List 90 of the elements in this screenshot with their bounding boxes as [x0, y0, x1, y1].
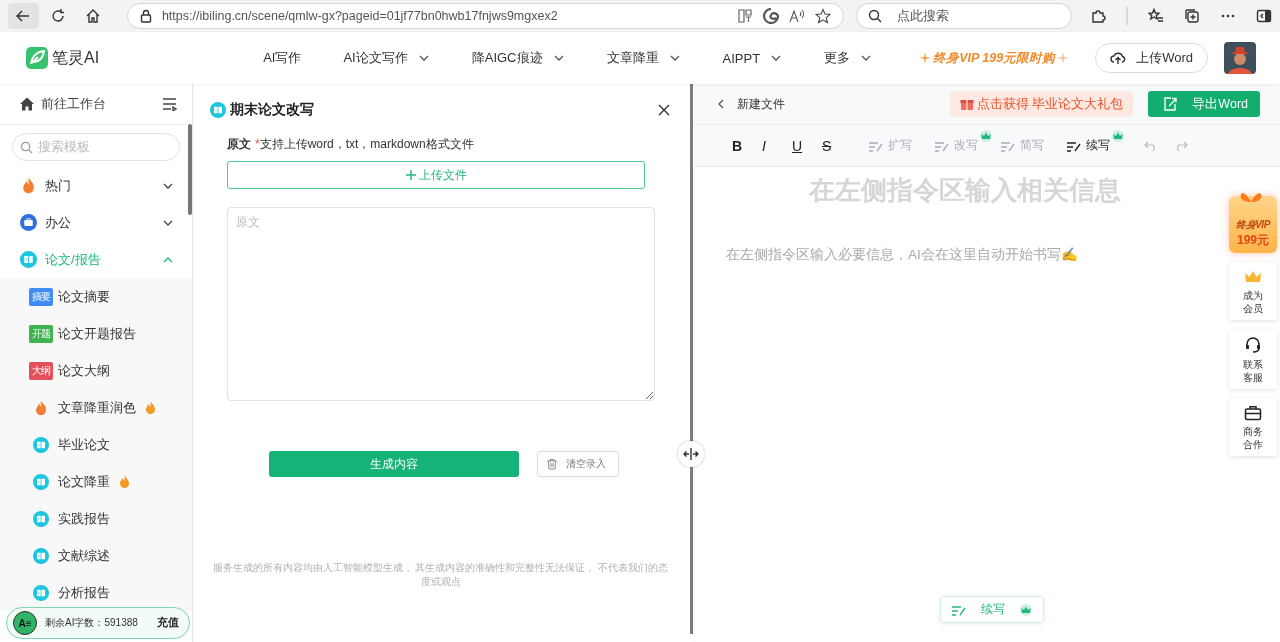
collections-icon[interactable] — [1184, 8, 1200, 24]
sidebar-item[interactable]: 实践报告 — [0, 500, 192, 537]
book-badge-icon — [33, 547, 49, 564]
panel-title: 期末论文改写 — [230, 101, 315, 119]
puzzle-icon[interactable] — [1090, 8, 1106, 24]
promo-text: 终身VIP 199元限时购 — [933, 49, 1056, 67]
home-icon[interactable] — [19, 96, 35, 112]
user-avatar[interactable] — [1224, 42, 1256, 74]
sidebar-item[interactable]: 大纲 论文大纲 — [0, 352, 192, 389]
book-badge-icon — [33, 584, 49, 601]
sidebar-item[interactable]: 毕业论文 — [0, 426, 192, 463]
logo-text[interactable]: 笔灵AI — [52, 47, 100, 69]
vip-text: 终身VIP — [1236, 218, 1270, 232]
home-icon — [85, 8, 102, 24]
upload-word-button[interactable]: 上传Word — [1095, 43, 1208, 73]
avatar-badge: A≡ — [13, 611, 37, 635]
book-badge-icon — [33, 510, 49, 527]
nav-item[interactable]: AI论文写作 — [343, 49, 430, 67]
favorites-icon[interactable] — [1148, 8, 1164, 24]
briefcase-icon — [1244, 405, 1262, 421]
swirl-icon[interactable] — [763, 8, 779, 24]
tag-icon: 大纲 — [29, 361, 53, 380]
collapse-menu-icon[interactable] — [162, 97, 178, 111]
address-bar[interactable]: https://ibiling.cn/scene/qmlw-gx?pageid=01jf77bn0hwb17fnjws9mgxex2 — [126, 3, 844, 29]
briefcase-badge-icon — [20, 214, 37, 231]
book-badge-icon — [33, 436, 49, 453]
recharge-link[interactable]: 充值 — [157, 616, 179, 630]
sidebar-item[interactable]: 分析报告 — [0, 574, 192, 611]
document-title: 新建文件 — [737, 95, 786, 113]
search-icon — [20, 141, 33, 154]
sparkle-icon — [919, 52, 932, 64]
sidebar-item[interactable]: 开题 论文开题报告 — [0, 315, 192, 352]
search-icon — [868, 9, 882, 23]
price-text: 199元 — [1237, 232, 1269, 249]
split-screen-icon[interactable] — [737, 8, 753, 24]
field-label: 原文 *支持上传word，txt，markdown格式文件 — [227, 136, 475, 153]
splitter-bar[interactable] — [690, 84, 693, 634]
sidebar-category[interactable]: 热门 — [0, 167, 192, 204]
book-badge-icon — [210, 102, 226, 118]
ai-tool-button[interactable]: 续写 — [1066, 137, 1110, 154]
sparkle-icon — [1057, 52, 1070, 64]
nav-item[interactable]: 降AIGC痕迹 — [471, 49, 565, 67]
book-badge-icon — [33, 473, 49, 490]
sidebar-item[interactable]: 摘要 论文摘要 — [0, 278, 192, 315]
lock-icon — [139, 9, 152, 23]
crown-icon — [1244, 269, 1262, 285]
side-tool-button[interactable]: 成为会员 — [1229, 263, 1277, 320]
url-text: https://ibiling.cn/scene/qmlw-gx?pageid=01jf77bn0hwb17fnjws9mgxex2 — [161, 9, 559, 23]
format-button[interactable]: B — [732, 137, 762, 154]
close-icon[interactable] — [657, 103, 671, 117]
search-field[interactable]: 搜索模板 — [12, 133, 180, 161]
headset-icon — [1244, 336, 1262, 354]
star-icon[interactable] — [815, 8, 831, 24]
sidebar-item[interactable]: 论文降重 — [0, 463, 192, 500]
sidebar-icon[interactable] — [1256, 8, 1272, 24]
side-tool-button[interactable]: 商务合作 — [1229, 399, 1277, 456]
nav-item[interactable]: AIPPT — [722, 49, 783, 67]
flame-badge-icon — [20, 177, 37, 194]
back-button[interactable] — [8, 3, 39, 29]
scrollbar-thumb[interactable] — [188, 124, 192, 215]
quota-text: 剩余AI字数：591388 — [45, 616, 139, 630]
workbench-link[interactable]: 前往工作台 — [41, 95, 156, 113]
resize-arrows-icon — [683, 448, 699, 460]
nav-item[interactable]: 文章降重 — [606, 49, 681, 67]
format-button[interactable]: I — [762, 137, 792, 154]
format-button[interactable]: S — [822, 137, 852, 154]
side-tool-button[interactable]: 联系客服 — [1229, 330, 1277, 389]
cloud-upload-icon — [1110, 51, 1127, 65]
tag-icon: 开题 — [29, 324, 53, 343]
sidebar-category[interactable]: 办公 — [0, 204, 192, 241]
disclaimer-text: 服务生成的所有内容均由人工智能模型生成， 其生成内容的准确性和完整性无法保证， 不代表我们的态度或观点 — [211, 561, 670, 589]
plus-icon — [405, 170, 416, 180]
tag-icon: 摘要 — [29, 287, 53, 306]
book-badge-icon — [20, 251, 37, 268]
format-button[interactable]: U — [792, 137, 822, 154]
export-icon — [1162, 96, 1179, 112]
reload-icon — [50, 8, 67, 24]
trash-icon — [546, 458, 558, 470]
clear-button[interactable]: 清空录入 — [537, 451, 619, 477]
back-arrow-icon — [15, 8, 32, 24]
nav-item[interactable]: 更多 — [824, 49, 873, 67]
placeholder-text: 在左侧指令区输入必要信息，AI会在这里自动开始书写✍ — [726, 246, 1079, 264]
text-area[interactable]: 原文 — [227, 207, 655, 401]
search-field[interactable]: 点此搜索 — [856, 3, 1072, 29]
gift-icon — [959, 97, 974, 111]
read-aloud-icon[interactable] — [789, 8, 805, 24]
nav-item[interactable]: AI写作 — [263, 49, 302, 67]
sidebar-item[interactable]: 文章降重润色 — [0, 389, 192, 426]
flame-badge-icon — [33, 399, 49, 416]
sidebar-item[interactable]: 文献综述 — [0, 537, 192, 574]
